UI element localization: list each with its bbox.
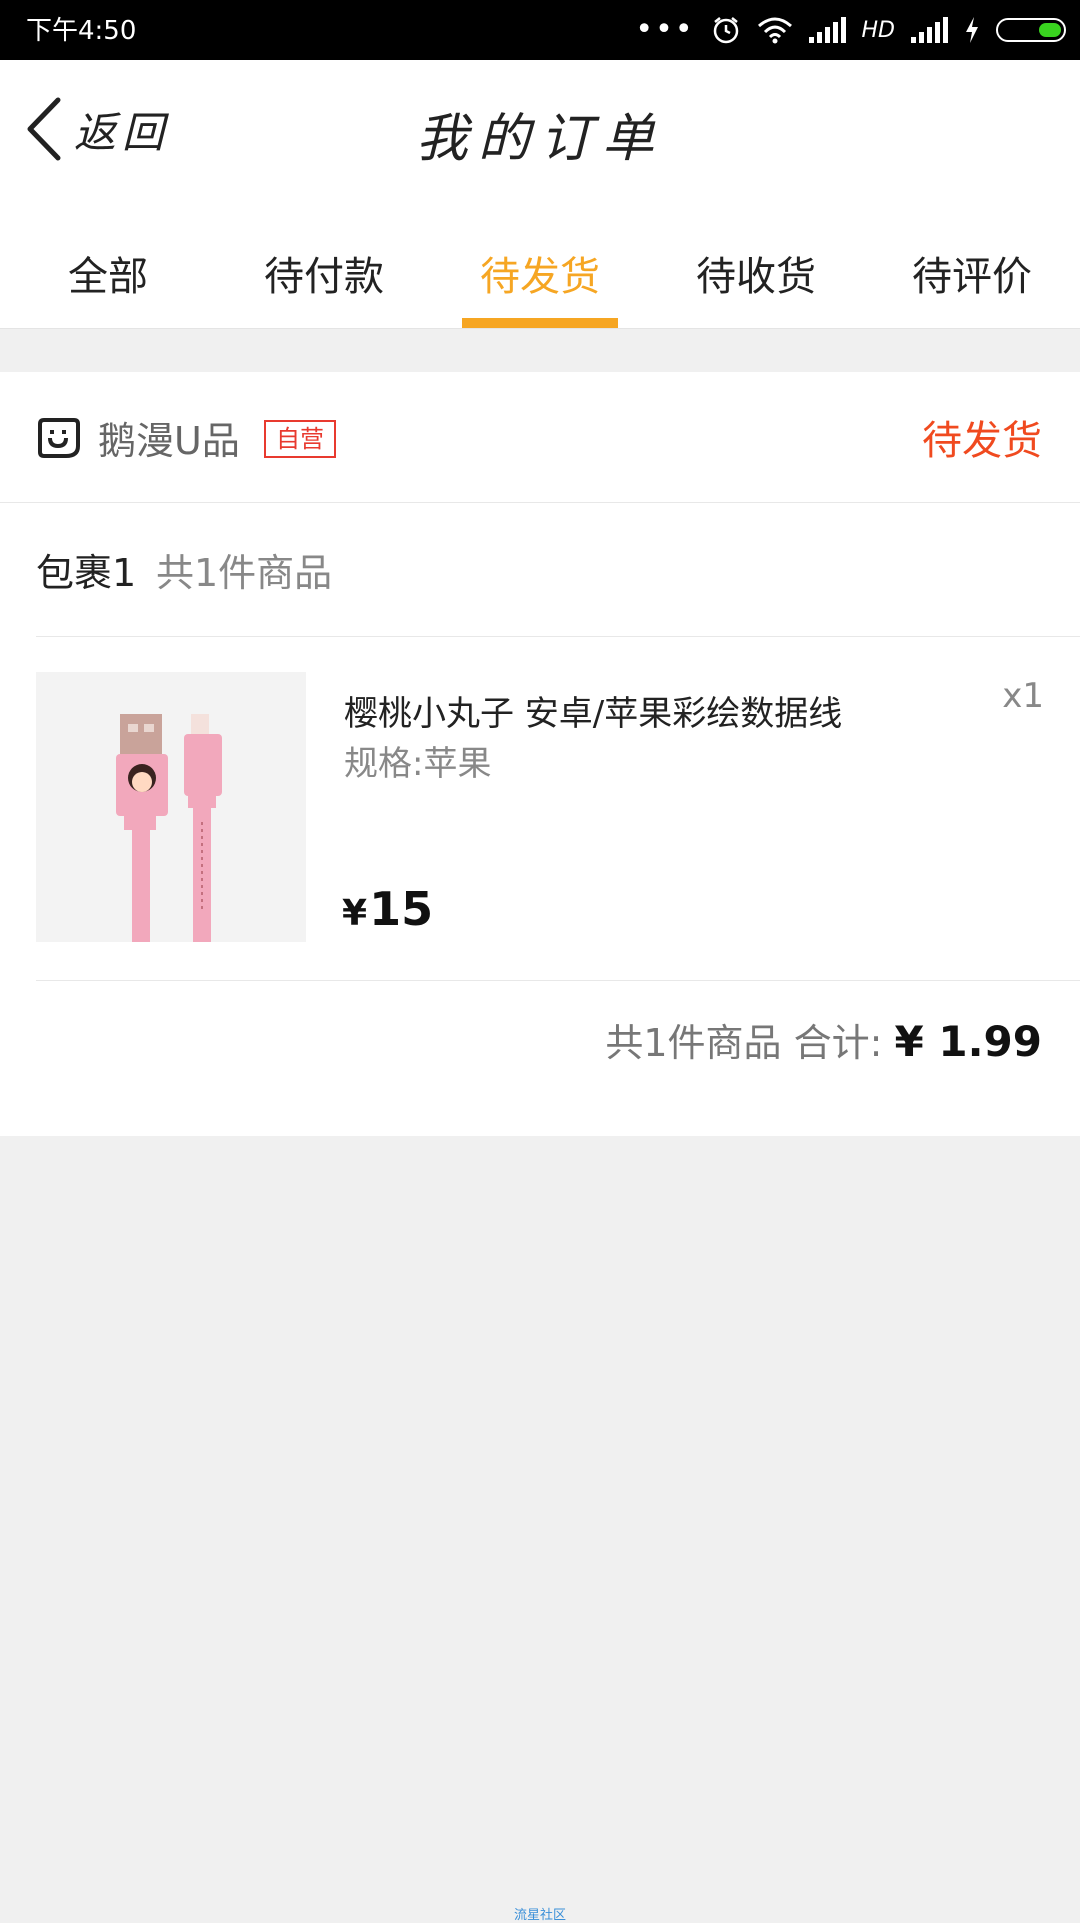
product-title: 樱桃小丸子 安卓/苹果彩绘数据线 — [344, 694, 843, 734]
tab-label: 全部 — [68, 254, 148, 300]
store-row[interactable]: 鹅漫U品 自营 待发货 — [0, 372, 1080, 503]
store-logo-icon — [38, 418, 80, 458]
watermark: 流星社区 — [513, 1908, 566, 1923]
status-icons: ••• HD — [635, 10, 1066, 50]
tab-label: 待发货 — [480, 254, 600, 300]
order-status: 待发货 — [922, 418, 1042, 464]
network-type: HD — [861, 17, 895, 43]
currency-symbol: ¥ — [342, 893, 368, 934]
package-label: 包裹1 — [36, 551, 137, 595]
order-card[interactable]: 鹅漫U品 自营 待发货 包裹1 共1件商品 樱桃小丸子 安卓/苹果彩绘数据线 规… — [0, 372, 1080, 1136]
tab-label: 待付款 — [264, 254, 384, 300]
alarm-icon — [713, 17, 738, 44]
status-time: 下午4:50 — [26, 16, 137, 46]
product-spec: 规格:苹果 — [344, 744, 492, 784]
page-title: 我的订单 — [415, 109, 664, 169]
tab-all[interactable]: 全部 — [0, 206, 216, 328]
package-row: 包裹1 共1件商品 — [36, 502, 1080, 637]
order-tabs: 全部 待付款 待发货 待收货 待评价 — [0, 206, 1080, 329]
signal-icon — [808, 17, 846, 43]
tab-pending-payment[interactable]: 待付款 — [216, 206, 432, 328]
summary-total: ¥ 1.99 — [894, 1017, 1042, 1066]
summary-text: 共1件商品 合计: — [605, 1021, 883, 1065]
product-price: ¥15 — [342, 882, 433, 936]
tab-label: 待评价 — [912, 254, 1032, 300]
wifi-icon — [757, 17, 792, 44]
header-bar: 返回 我的订单 — [0, 60, 1080, 206]
product-quantity: x1 — [1002, 676, 1044, 716]
charging-icon — [966, 17, 978, 43]
battery-icon — [996, 18, 1066, 42]
package-count: 共1件商品 — [156, 551, 333, 595]
tab-label: 待收货 — [696, 254, 816, 300]
tab-pending-shipment[interactable]: 待发货 — [432, 206, 648, 328]
active-tab-indicator — [462, 318, 618, 328]
signal-icon-2 — [911, 17, 948, 43]
more-dots-icon: ••• — [635, 12, 695, 47]
tab-pending-review[interactable]: 待评价 — [864, 206, 1080, 328]
order-summary: 共1件商品 合计: ¥ 1.99 — [605, 1012, 1042, 1067]
price-value: 15 — [369, 882, 434, 936]
usb-cable-illustration — [116, 714, 222, 942]
self-operated-badge: 自营 — [264, 420, 336, 458]
status-bar: 下午4:50 ••• HD — [0, 0, 1080, 60]
tab-pending-receipt[interactable]: 待收货 — [648, 206, 864, 328]
product-item[interactable]: 樱桃小丸子 安卓/苹果彩绘数据线 规格:苹果 x1 ¥15 — [36, 636, 1080, 981]
store-name: 鹅漫U品 — [98, 419, 240, 463]
product-image — [36, 672, 306, 942]
